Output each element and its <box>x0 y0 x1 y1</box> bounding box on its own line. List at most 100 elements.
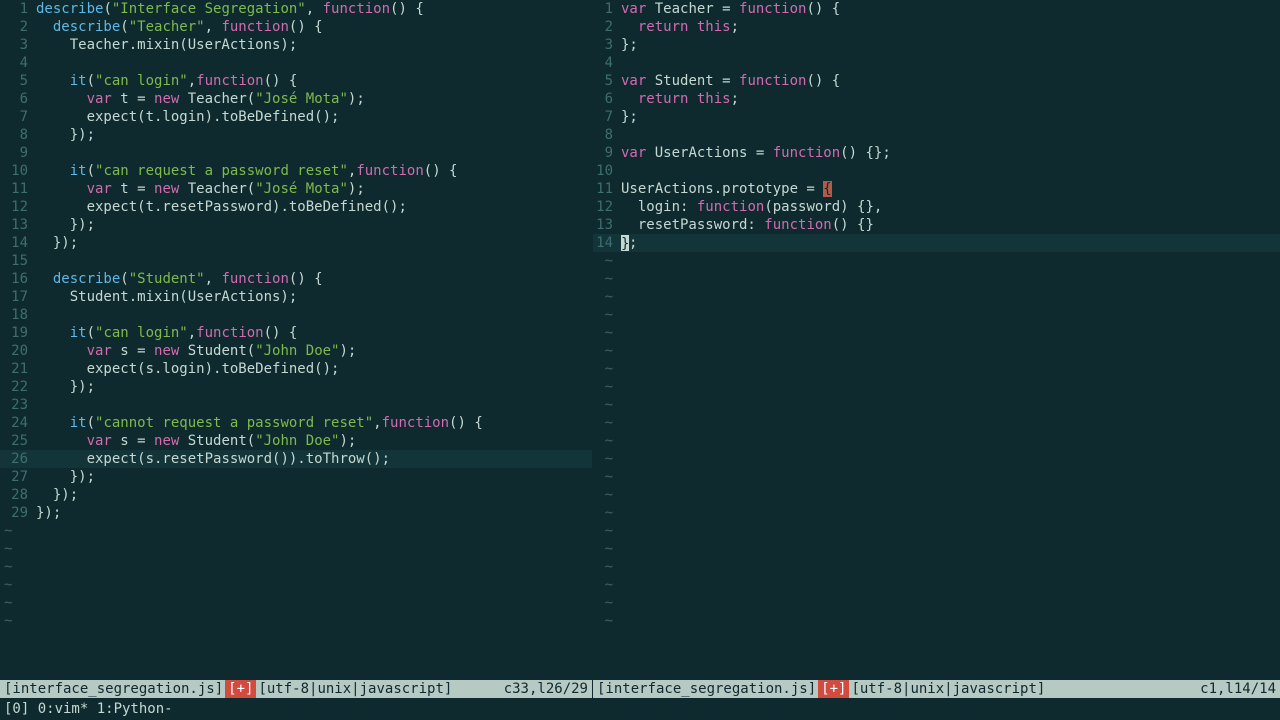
code-line[interactable]: 8 <box>593 126 1280 144</box>
code-line[interactable]: 10 it("can request a password reset",fun… <box>0 162 592 180</box>
code-line[interactable]: 16 describe("Student", function() { <box>0 270 592 288</box>
code-line[interactable]: 19 it("can login",function() { <box>0 324 592 342</box>
line-number: 14 <box>0 234 36 252</box>
line-number: 4 <box>593 54 621 72</box>
line-number: 26 <box>0 450 36 468</box>
left-pane[interactable]: 1describe("Interface Segregation", funct… <box>0 0 592 698</box>
code-line[interactable]: 21 expect(s.login).toBeDefined(); <box>0 360 592 378</box>
line-number: 3 <box>593 36 621 54</box>
code-line[interactable]: 11 var t = new Teacher("José Mota"); <box>0 180 592 198</box>
code-line[interactable]: 13 }); <box>0 216 592 234</box>
code-line[interactable]: 15 <box>0 252 592 270</box>
code-line[interactable]: 5 it("can login",function() { <box>0 72 592 90</box>
empty-line: ~ <box>593 252 1280 270</box>
line-number: 8 <box>0 126 36 144</box>
line-number: 12 <box>593 198 621 216</box>
code-line[interactable]: 1var Teacher = function() { <box>593 0 1280 18</box>
modified-flag: [+] <box>225 680 256 698</box>
empty-line: ~ <box>593 414 1280 432</box>
empty-line: ~ <box>593 540 1280 558</box>
code-line[interactable]: 17 Student.mixin(UserActions); <box>0 288 592 306</box>
code-line[interactable]: 3 Teacher.mixin(UserActions); <box>0 36 592 54</box>
code-line[interactable]: 24 it("cannot request a password reset",… <box>0 414 592 432</box>
line-number: 25 <box>0 432 36 450</box>
code-line[interactable]: 25 var s = new Student("John Doe"); <box>0 432 592 450</box>
code-line[interactable]: 9var UserActions = function() {}; <box>593 144 1280 162</box>
line-number: 7 <box>593 108 621 126</box>
empty-line: ~ <box>0 522 592 540</box>
code-line[interactable]: 29}); <box>0 504 592 522</box>
code-line[interactable]: 6 var t = new Teacher("José Mota"); <box>0 90 592 108</box>
modified-flag: [+] <box>818 680 849 698</box>
line-number: 2 <box>0 18 36 36</box>
code-line[interactable]: 22 }); <box>0 378 592 396</box>
line-number: 11 <box>593 180 621 198</box>
empty-line: ~ <box>0 540 592 558</box>
code-line[interactable]: 3}; <box>593 36 1280 54</box>
empty-line: ~ <box>593 576 1280 594</box>
code-line[interactable]: 5var Student = function() { <box>593 72 1280 90</box>
empty-line: ~ <box>593 360 1280 378</box>
line-number: 22 <box>0 378 36 396</box>
line-number: 14 <box>593 234 621 252</box>
line-number: 12 <box>0 198 36 216</box>
empty-line: ~ <box>593 432 1280 450</box>
line-number: 15 <box>0 252 36 270</box>
code-line[interactable]: 11UserActions.prototype = { <box>593 180 1280 198</box>
code-line[interactable]: 20 var s = new Student("John Doe"); <box>0 342 592 360</box>
empty-line: ~ <box>593 324 1280 342</box>
code-line[interactable]: 28 }); <box>0 486 592 504</box>
left-code-area[interactable]: 1describe("Interface Segregation", funct… <box>0 0 592 680</box>
line-number: 13 <box>0 216 36 234</box>
code-line[interactable]: 1describe("Interface Segregation", funct… <box>0 0 592 18</box>
tmux-statusbar: [0] 0:vim* 1:Python- <box>0 698 1280 720</box>
code-line[interactable]: 7 expect(t.login).toBeDefined(); <box>0 108 592 126</box>
code-line[interactable]: 2 describe("Teacher", function() { <box>0 18 592 36</box>
empty-line: ~ <box>0 558 592 576</box>
code-line[interactable]: 10 <box>593 162 1280 180</box>
code-line[interactable]: 14 }); <box>0 234 592 252</box>
code-line[interactable]: 7}; <box>593 108 1280 126</box>
code-line[interactable]: 2 return this; <box>593 18 1280 36</box>
code-line[interactable]: 14}; <box>593 234 1280 252</box>
line-number: 1 <box>0 0 36 18</box>
line-number: 11 <box>0 180 36 198</box>
line-number: 7 <box>0 108 36 126</box>
code-line[interactable]: 4 <box>0 54 592 72</box>
line-number: 28 <box>0 486 36 504</box>
code-line[interactable]: 18 <box>0 306 592 324</box>
empty-line: ~ <box>593 468 1280 486</box>
code-line[interactable]: 9 <box>0 144 592 162</box>
line-number: 24 <box>0 414 36 432</box>
code-line[interactable]: 8 }); <box>0 126 592 144</box>
code-line[interactable]: 27 }); <box>0 468 592 486</box>
line-number: 21 <box>0 360 36 378</box>
empty-line: ~ <box>593 594 1280 612</box>
empty-line: ~ <box>593 306 1280 324</box>
code-line[interactable]: 23 <box>0 396 592 414</box>
empty-line: ~ <box>0 576 592 594</box>
line-number: 10 <box>593 162 621 180</box>
line-number: 5 <box>593 72 621 90</box>
filename: [interface_segregation.js] <box>4 680 223 698</box>
line-number: 2 <box>593 18 621 36</box>
code-line[interactable]: 12 expect(t.resetPassword).toBeDefined()… <box>0 198 592 216</box>
right-pane[interactable]: 1var Teacher = function() {2 return this… <box>592 0 1280 698</box>
line-number: 6 <box>0 90 36 108</box>
cursor-pos: c33,l26/29 <box>504 680 588 698</box>
file-info: [utf-8|unix|javascript] <box>258 680 452 698</box>
code-line[interactable]: 6 return this; <box>593 90 1280 108</box>
code-line[interactable]: 13 resetPassword: function() {} <box>593 216 1280 234</box>
left-statusline: [interface_segregation.js] [+] [utf-8|un… <box>0 680 592 698</box>
empty-line: ~ <box>0 594 592 612</box>
line-number: 16 <box>0 270 36 288</box>
code-line[interactable]: 26 expect(s.resetPassword()).toThrow(); <box>0 450 592 468</box>
code-line[interactable]: 4 <box>593 54 1280 72</box>
line-number: 17 <box>0 288 36 306</box>
code-line[interactable]: 12 login: function(password) {}, <box>593 198 1280 216</box>
right-code-area[interactable]: 1var Teacher = function() {2 return this… <box>593 0 1280 680</box>
line-number: 23 <box>0 396 36 414</box>
file-info: [utf-8|unix|javascript] <box>851 680 1045 698</box>
empty-line: ~ <box>593 504 1280 522</box>
line-number: 6 <box>593 90 621 108</box>
